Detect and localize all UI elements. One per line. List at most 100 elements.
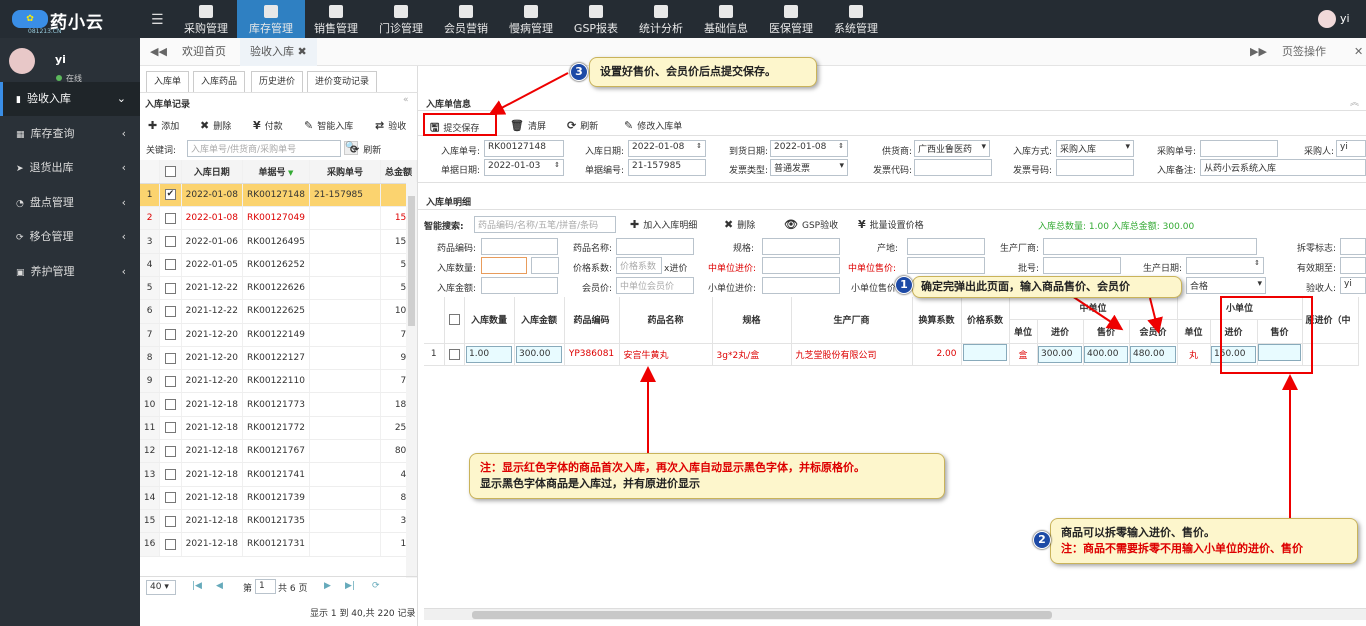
col-doc[interactable]: 单据号 ▼ bbox=[242, 160, 310, 184]
user-menu[interactable]: yi bbox=[1318, 10, 1358, 28]
table-row[interactable]: 6 2021-12-22 RK00122625 100 bbox=[140, 299, 418, 324]
spinner-icon[interactable]: ⇕ bbox=[838, 142, 844, 150]
mid-cost-cell[interactable]: 300.00 bbox=[1037, 343, 1084, 366]
mid-vip-cell[interactable]: 480.00 bbox=[1129, 343, 1178, 366]
subtab-cost-changes[interactable]: 进价变动记录 bbox=[307, 71, 378, 93]
sidebar-item[interactable]: ◔ 盘点管理 ‹ bbox=[0, 186, 140, 220]
qty-input[interactable] bbox=[481, 257, 527, 274]
smart-in-button[interactable]: ✎ 智能入库 bbox=[304, 119, 353, 132]
mid-price-input[interactable] bbox=[907, 257, 985, 274]
delete-button[interactable]: ✖ 删除 bbox=[200, 119, 231, 132]
table-row[interactable]: 142021-12-18RK0012173987 bbox=[140, 486, 418, 510]
row-check[interactable] bbox=[159, 253, 182, 277]
invoice-no-input[interactable] bbox=[1056, 159, 1134, 176]
table-row[interactable]: 162021-12-18RK0012173116 bbox=[140, 532, 418, 557]
page-input[interactable]: 1 bbox=[255, 579, 276, 594]
page-size-select[interactable]: 40 ▾ bbox=[146, 580, 176, 595]
mid-price-cell[interactable]: 400.00 bbox=[1083, 343, 1130, 366]
prev-page-icon[interactable]: ◀ bbox=[216, 581, 223, 591]
origin-input[interactable] bbox=[907, 238, 985, 255]
nav-windows[interactable]: 医保管理 bbox=[757, 0, 825, 38]
checkbox[interactable] bbox=[164, 352, 176, 364]
amount-value[interactable]: 300.00 bbox=[516, 345, 562, 363]
spinner-icon[interactable]: ⇕ bbox=[1254, 259, 1260, 267]
row-check[interactable] bbox=[159, 369, 182, 394]
row-check[interactable] bbox=[159, 509, 182, 534]
table-row[interactable]: 3 2022-01-06 RK00126495 150 bbox=[140, 229, 418, 254]
mfd-input[interactable]: ⇕ bbox=[1186, 257, 1264, 274]
page-ops-button[interactable]: 页签操作 bbox=[1282, 38, 1326, 66]
mid-cost-input[interactable] bbox=[762, 257, 840, 274]
table-row[interactable]: 1 1.00 300.00 YP386081 安宫牛黄丸 3g*2丸/盒 九芝堂… bbox=[424, 343, 1359, 366]
checkbox[interactable] bbox=[164, 515, 176, 527]
sidebar-item[interactable]: ➤ 退货出库 ‹ bbox=[0, 151, 140, 185]
bill-no-input[interactable]: 21-157985 bbox=[628, 159, 706, 176]
col-maker[interactable]: 生产厂商 bbox=[791, 297, 913, 344]
table-row[interactable]: 72021-12-20RK0012214975 bbox=[140, 323, 418, 347]
table-row[interactable]: 92021-12-20RK0012211075 bbox=[140, 369, 418, 394]
col-qty[interactable]: 入库数量 bbox=[464, 297, 515, 344]
coef-value[interactable] bbox=[963, 344, 1007, 361]
nav-chart[interactable]: 统计分析 bbox=[627, 0, 695, 38]
price-coef-input[interactable]: 价格系数 bbox=[616, 257, 662, 274]
clear-screen-button[interactable]: 🗑 清屏 bbox=[510, 119, 546, 132]
spec-input[interactable] bbox=[762, 238, 840, 255]
po-no-input[interactable] bbox=[1200, 140, 1278, 157]
invoice-code-input[interactable] bbox=[914, 159, 992, 176]
keyword-input[interactable]: 入库单号/供货商/采购单号 bbox=[187, 140, 341, 157]
table-row[interactable]: 132021-12-18RK0012174145 bbox=[140, 462, 418, 487]
small-cost-input[interactable] bbox=[762, 277, 840, 294]
table-row[interactable]: 11 2021-12-18 RK00121772 250 bbox=[140, 416, 418, 441]
batch-input[interactable] bbox=[1043, 257, 1121, 274]
accept-select[interactable]: 合格 ▾ bbox=[1186, 277, 1266, 294]
close-icon[interactable]: ✖ bbox=[298, 45, 307, 58]
nav-users[interactable]: 会员营销 bbox=[432, 0, 500, 38]
sidebar-item[interactable]: ▮ 验收入库 ⌄ bbox=[0, 82, 140, 116]
drug-name-input[interactable] bbox=[616, 238, 694, 255]
refresh-button[interactable]: ⟳ 刷新 bbox=[567, 119, 598, 132]
stock-mode-select[interactable]: 采购入库 ▾ bbox=[1056, 140, 1134, 157]
checkbox[interactable] bbox=[164, 538, 176, 550]
split-flag-input[interactable] bbox=[1340, 238, 1366, 255]
checkbox[interactable] bbox=[164, 212, 176, 224]
receipt-no-input[interactable]: RK00127148 bbox=[484, 140, 564, 157]
acceptor-select[interactable]: yi bbox=[1340, 277, 1366, 294]
tab-home[interactable]: 欢迎首页 bbox=[172, 38, 236, 66]
checkbox[interactable] bbox=[164, 305, 176, 317]
checkbox[interactable] bbox=[164, 329, 176, 341]
maker-input[interactable] bbox=[1043, 238, 1257, 255]
header-check[interactable] bbox=[159, 160, 182, 184]
unit-input[interactable] bbox=[531, 257, 559, 274]
row-check[interactable] bbox=[159, 299, 182, 324]
col-code[interactable]: 药品编码 bbox=[564, 297, 620, 344]
delete-detail-button[interactable]: ✖ 删除 bbox=[724, 218, 755, 231]
grid-check-header[interactable] bbox=[444, 297, 465, 344]
col-po[interactable]: 采购单号 bbox=[309, 160, 381, 184]
checkbox[interactable] bbox=[164, 469, 176, 480]
checkbox[interactable] bbox=[164, 259, 176, 271]
row-check[interactable]: ✔ bbox=[159, 183, 182, 208]
supplier-select[interactable]: 广西业鲁医药 ▾ bbox=[914, 140, 990, 157]
checkbox[interactable] bbox=[164, 399, 176, 411]
row-check[interactable] bbox=[159, 462, 182, 487]
spinner-icon[interactable]: ⇕ bbox=[554, 161, 560, 169]
horizontal-scrollbar[interactable] bbox=[424, 608, 1366, 620]
row-check[interactable] bbox=[159, 276, 182, 301]
table-row[interactable]: 42022-01-05RK0012625250 bbox=[140, 253, 418, 277]
checkbox[interactable] bbox=[448, 348, 460, 360]
sidebar-item[interactable]: ⟳ 移仓管理 ‹ bbox=[0, 220, 140, 254]
tab-close-all-icon[interactable]: ✕ bbox=[1354, 38, 1363, 66]
col-mid-cost[interactable]: 进价 bbox=[1037, 319, 1084, 344]
app-logo[interactable]: ✿ 药小云 081213.CN bbox=[8, 6, 133, 36]
row-check[interactable] bbox=[159, 439, 182, 464]
smart-search-input[interactable]: 药品编码/名称/五笔/拼音/条码 bbox=[474, 216, 616, 233]
qty-value[interactable]: 1.00 bbox=[466, 345, 512, 363]
checkbox[interactable] bbox=[164, 422, 176, 434]
vertical-scrollbar[interactable] bbox=[406, 182, 417, 578]
bill-date-input[interactable]: 2022-01-03 ⇕ bbox=[484, 159, 564, 176]
tab-next-icon[interactable]: ▶▶ bbox=[1250, 38, 1267, 66]
refresh-button[interactable]: ⟳ 刷新 bbox=[350, 143, 381, 156]
batch-price-button[interactable]: ¥ 批量设置价格 bbox=[858, 218, 924, 231]
collapse-icon[interactable]: « bbox=[403, 95, 409, 105]
col-mid-vip[interactable]: 会员价 bbox=[1129, 319, 1178, 344]
